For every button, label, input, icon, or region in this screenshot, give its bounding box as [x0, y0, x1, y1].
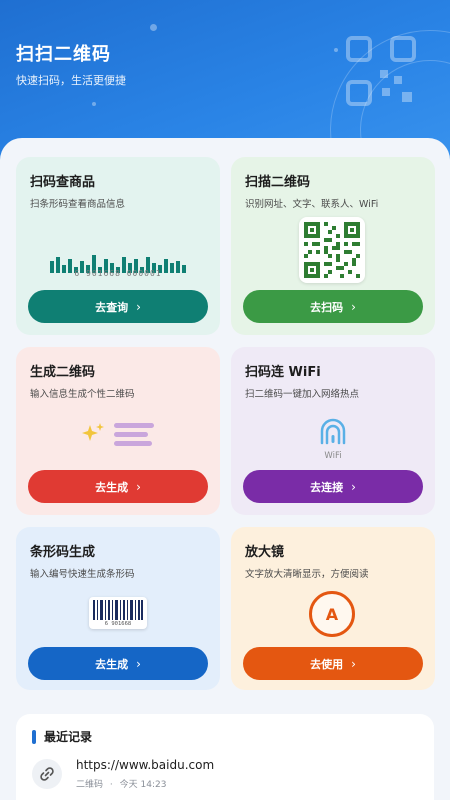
chevron-right-icon: ›	[351, 299, 356, 314]
card-description: 扫二维码一键加入网络热点	[245, 389, 360, 400]
card-description: 输入信息生成个性二维码	[30, 389, 135, 400]
sparkle-text-icon	[82, 423, 154, 446]
decor-dot	[334, 48, 338, 52]
decor-dot	[92, 102, 96, 106]
card-scan-product[interactable]: 扫码查商品 扫条形码查看商品信息 6 901668 000001 去查询 ›	[16, 157, 220, 335]
chevron-right-icon: ›	[136, 479, 141, 494]
card-generate-barcode[interactable]: 条形码生成 输入编号快速生成条形码 6 901668 去生成 ›	[16, 527, 220, 690]
decor-dot	[150, 24, 157, 31]
scan-button[interactable]: 去扫码 ›	[243, 290, 423, 323]
magnifier-icon: A	[309, 591, 355, 637]
list-item[interactable]: https://www.baidu.com 二维码 · 今天 14:23	[32, 758, 418, 790]
chevron-right-icon: ›	[136, 656, 141, 671]
barcode-preview-number: 6 901668	[104, 621, 132, 627]
page-title: 扫扫二维码	[16, 44, 111, 65]
chevron-right-icon: ›	[351, 656, 356, 671]
card-title: 放大镜	[245, 545, 285, 560]
button-label: 去使用	[310, 657, 344, 671]
link-icon	[32, 759, 62, 789]
connect-button[interactable]: 去连接 ›	[243, 470, 423, 503]
card-title: 扫描二维码	[245, 175, 311, 190]
card-title: 扫码连 WiFi	[245, 365, 321, 380]
chevron-right-icon: ›	[136, 299, 141, 314]
meta-separator: ·	[109, 780, 113, 790]
card-title: 生成二维码	[30, 365, 96, 380]
page-subtitle: 快速扫码，生活更便捷	[16, 74, 126, 87]
button-label: 去连接	[310, 480, 344, 494]
barcode-number: 6 901668 000001	[74, 269, 162, 278]
section-accent-bar	[32, 729, 36, 744]
card-description: 识别网址、文字、联系人、WiFi	[245, 199, 379, 210]
card-title: 扫码查商品	[30, 175, 96, 190]
card-scan-qrcode[interactable]: 扫描二维码 识别网址、文字、联系人、WiFi 去扫码 ›	[231, 157, 435, 335]
record-time: 今天 14:23	[119, 780, 167, 790]
button-label: 去扫码	[310, 300, 344, 314]
qrcode-illustration-icon	[299, 217, 365, 283]
generate-button[interactable]: 去生成 ›	[28, 470, 208, 503]
recent-records-title: 最近记录	[44, 730, 93, 744]
magnifier-letter: A	[325, 604, 339, 624]
card-description: 输入编号快速生成条形码	[30, 569, 135, 580]
card-title: 条形码生成	[30, 545, 96, 560]
record-meta: 二维码 · 今天 14:23	[76, 777, 166, 790]
wifi-label: WiFi	[324, 451, 342, 461]
button-label: 去生成	[95, 657, 129, 671]
chevron-right-icon: ›	[351, 479, 356, 494]
card-description: 扫条形码查看商品信息	[30, 199, 126, 210]
card-generate-qrcode[interactable]: 生成二维码 输入信息生成个性二维码 去生成 ›	[16, 347, 220, 515]
card-wifi-connect[interactable]: 扫码连 WiFi 扫二维码一键加入网络热点 WiFi 去连接 ›	[231, 347, 435, 515]
button-label: 去查询	[95, 300, 129, 314]
barcode-preview-icon: 6 901668	[89, 597, 147, 629]
generate-barcode-button[interactable]: 去生成 ›	[28, 647, 208, 680]
card-magnifier[interactable]: 放大镜 文字放大清晰显示，方便阅读 A 去使用 ›	[231, 527, 435, 690]
recent-records-header: 最近记录	[32, 728, 92, 745]
qr-decoration-icon	[346, 36, 416, 106]
use-button[interactable]: 去使用 ›	[243, 647, 423, 680]
recent-records-panel: 最近记录 https://www.baidu.com 二维码 · 今天 14:2…	[16, 714, 434, 800]
record-type: 二维码	[76, 780, 104, 790]
button-label: 去生成	[95, 480, 129, 494]
query-button[interactable]: 去查询 ›	[28, 290, 208, 323]
record-url: https://www.baidu.com	[76, 758, 215, 772]
card-description: 文字放大清晰显示，方便阅读	[245, 569, 369, 580]
wifi-icon	[320, 418, 346, 445]
